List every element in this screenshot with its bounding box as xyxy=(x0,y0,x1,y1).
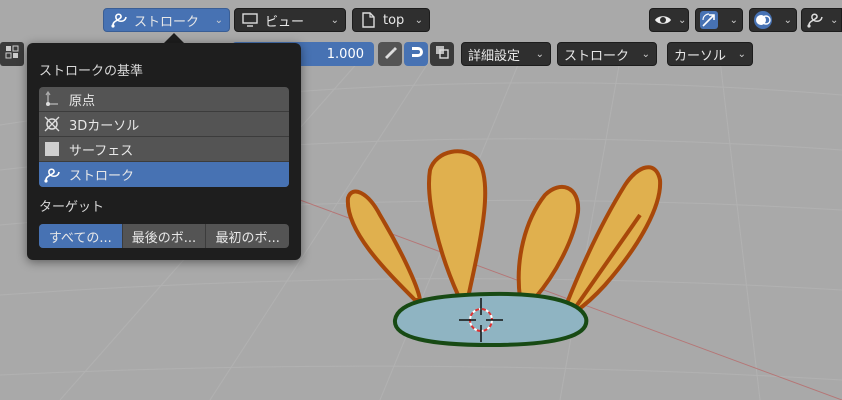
gizmo-dropdown[interactable]: ⌄ xyxy=(695,8,743,32)
object-menu-label: top xyxy=(383,12,405,28)
stroke-icon xyxy=(110,11,128,29)
grid-icon xyxy=(4,44,20,64)
stroke-menu-label: ストローク xyxy=(564,48,630,64)
surface-icon xyxy=(43,140,61,158)
object-menu-button[interactable]: top ⌄ xyxy=(352,8,430,32)
stroke-edit-icon xyxy=(806,11,824,29)
placement-3d-cursor[interactable]: 3Dカーソル xyxy=(39,112,289,137)
advanced-menu-button[interactable]: 詳細設定 ⌄ xyxy=(461,42,551,66)
eye-icon xyxy=(654,11,672,29)
document-icon xyxy=(359,11,377,29)
view-menu-button[interactable]: ビュー ⌄ xyxy=(234,8,346,32)
strength-value: 1.000 xyxy=(326,46,364,62)
magnet-button[interactable] xyxy=(404,42,428,66)
copy-icon xyxy=(434,44,450,64)
advanced-menu-label: 詳細設定 xyxy=(468,48,521,64)
copy-button[interactable] xyxy=(430,42,454,66)
target-title: ターゲット xyxy=(39,200,105,215)
pressure-button[interactable] xyxy=(378,42,402,66)
stroke-icon xyxy=(43,166,61,184)
origin-icon xyxy=(43,90,61,108)
overlay-icon xyxy=(754,11,772,29)
cursor-menu-button[interactable]: カーソル ⌄ xyxy=(667,42,753,66)
placement-3d-cursor-label: 3Dカーソル xyxy=(69,118,140,134)
visibility-dropdown[interactable]: ⌄ xyxy=(649,8,689,32)
stroke-placement-button[interactable]: ストローク ⌄ xyxy=(103,8,230,32)
placement-stroke[interactable]: ストローク xyxy=(39,162,289,187)
placement-surface[interactable]: サーフェス xyxy=(39,137,289,162)
chevron-down-icon: ⌄ xyxy=(641,48,650,60)
placement-surface-label: サーフェス xyxy=(69,143,134,159)
editing-overlay-dropdown[interactable]: ⌄ xyxy=(801,8,842,32)
chevron-down-icon: ⌄ xyxy=(214,14,223,26)
drawing-plane-button[interactable] xyxy=(0,42,24,66)
pen-pressure-icon xyxy=(382,44,398,64)
chevron-down-icon: ⌄ xyxy=(737,48,746,60)
stroke-placement-popover: ストロークの基準 原点 3Dカーソル サーフェス ストローク ターゲット すべて… xyxy=(27,43,301,260)
gizmo-icon xyxy=(700,11,718,29)
popover-arrow xyxy=(164,33,184,43)
chevron-down-icon: ⌄ xyxy=(729,14,738,26)
chevron-down-icon: ⌄ xyxy=(330,14,339,26)
cursor-3d-icon xyxy=(43,115,61,133)
monitor-icon xyxy=(241,11,259,29)
popover-title: ストロークの基準 xyxy=(39,64,144,79)
overlay-dropdown[interactable]: ⌄ xyxy=(749,8,797,32)
target-first[interactable]: 最初のボ... xyxy=(206,224,289,248)
placement-list: 原点 3Dカーソル サーフェス ストローク xyxy=(39,87,289,187)
stroke-menu-button[interactable]: ストローク ⌄ xyxy=(557,42,657,66)
header-bar: ストローク ⌄ ビュー ⌄ top ⌄ ⌄ ⌄ ⌄ ⌄ xyxy=(0,0,842,40)
magnet-icon xyxy=(408,44,424,64)
placement-origin[interactable]: 原点 xyxy=(39,87,289,112)
chevron-down-icon: ⌄ xyxy=(678,14,687,26)
target-segmented-control: すべての... 最後のボ... 最初のボ... xyxy=(39,224,289,248)
chevron-down-icon: ⌄ xyxy=(783,14,792,26)
view-menu-label: ビュー xyxy=(265,14,305,30)
placement-stroke-label: ストローク xyxy=(69,169,135,184)
chevron-down-icon: ⌄ xyxy=(535,48,544,60)
target-all[interactable]: すべての... xyxy=(39,224,123,248)
cursor-menu-label: カーソル xyxy=(674,48,727,64)
target-last[interactable]: 最後のボ... xyxy=(123,224,207,248)
chevron-down-icon: ⌄ xyxy=(830,14,839,26)
stroke-placement-label: ストローク xyxy=(134,14,200,30)
chevron-down-icon: ⌄ xyxy=(414,14,423,26)
placement-origin-label: 原点 xyxy=(69,93,96,109)
